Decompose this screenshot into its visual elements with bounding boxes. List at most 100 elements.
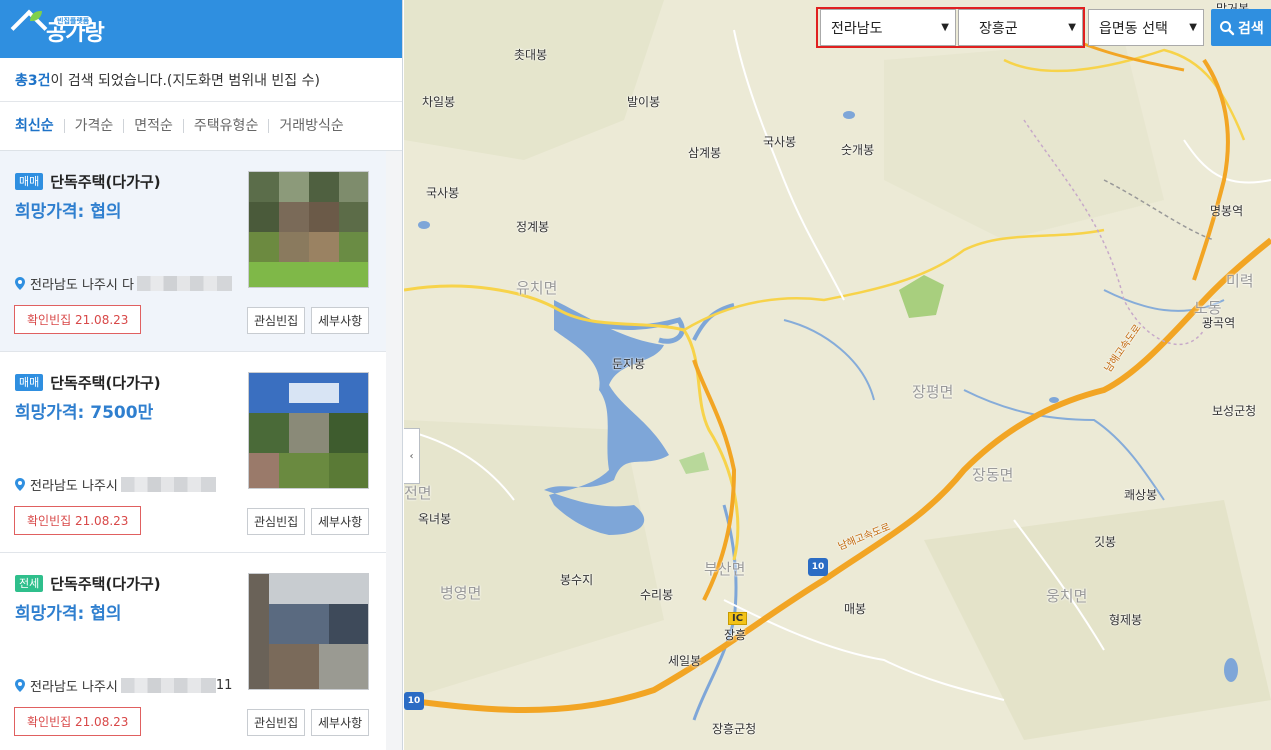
map-label: 옥녀봉 [418,512,452,526]
favorite-button[interactable]: 관심빈집 [247,508,306,535]
details-button[interactable]: 세부사항 [311,307,370,334]
desired-price: 희망가격: 7500만 [15,403,154,423]
map-label: 차일봉 [422,95,456,109]
result-summary-text: 이 검색 되었습니다.(지도화면 범위내 빈집 수) [50,72,320,89]
transaction-badge: 매매 [15,173,44,190]
result-summary: 총 3건 이 검색 되었습니다.(지도화면 범위내 빈집 수) [0,58,402,102]
masked-address [136,276,232,291]
listing-thumbnail[interactable] [248,372,369,489]
result-count-prefix: 총 [15,72,28,89]
county-select-value: 장흥군 [979,20,1018,37]
property-type: 단독주택(다가구) [50,575,161,593]
map-canvas [404,0,1271,750]
location-pin-icon [15,277,25,290]
sort-price[interactable]: 가격순 [63,119,124,133]
confirmed-badge: 확인빈집 21.08.23 [14,707,142,736]
map-label: 부산면 [704,560,746,578]
map-label: 형제봉 [1109,613,1143,627]
transaction-badge: 매매 [15,374,44,391]
sort-bar: 최신순 가격순 면적순 주택유형순 거래방식순 [0,102,402,151]
map-label: 촛대봉 [514,48,548,62]
county-select[interactable]: 장흥군 ▼ [958,9,1083,46]
highway-10-shield-icon: 10 [808,558,828,576]
sort-latest[interactable]: 최신순 [15,119,64,133]
map-label: 장흥군청 [712,722,757,736]
chevron-down-icon: ▼ [1189,22,1197,33]
result-count: 3건 [27,72,51,89]
favorite-button[interactable]: 관심빈집 [247,709,306,736]
sort-house-type[interactable]: 주택유형순 [182,119,268,133]
map-label: 삼계봉 [688,146,722,160]
listing-thumbnail[interactable] [248,171,369,288]
desired-price: 희망가격: 협의 [15,202,122,222]
map-label: 매봉 [844,602,867,616]
map-label: 국사봉 [426,186,460,200]
listing-address: 전라남도 나주시 [30,680,118,695]
map-label: 수리봉 [640,588,674,602]
map-label: 세일봉 [668,654,702,668]
map-label: 노동 [1194,299,1222,317]
ic-marker: IC [728,612,748,625]
listing-address: 전라남도 나주시 다 [30,278,134,293]
map-label: 장평면 [912,383,954,401]
province-select-value: 전라남도 [831,20,883,37]
map-label: 장동면 [972,466,1014,484]
town-select-value: 읍면동 선택 [1099,20,1168,37]
location-pin-icon [15,679,25,692]
confirmed-badge: 확인빈집 21.08.23 [14,305,142,334]
confirmed-badge: 확인빈집 21.08.23 [14,506,142,535]
masked-address [120,477,216,492]
map-label: 웅치면 [1046,587,1088,605]
map-label: 장흥 [724,628,747,642]
chevron-down-icon: ▼ [941,22,949,33]
listing-address: 전라남도 나주시 [30,479,118,494]
listing-card[interactable]: 전세 단독주택(다가구) 희망가격: 협의 전라남도 나주시 11 확인빈집 2… [0,553,386,750]
listing-address-tail: 11 [215,678,233,693]
map-label: 전면 [404,484,432,502]
logo-subtitle: 빈집플랫폼 [54,16,93,26]
collapse-sidebar-button[interactable]: ‹ [404,428,420,484]
sort-transaction-type[interactable]: 거래방식순 [268,119,353,133]
details-button[interactable]: 세부사항 [311,709,370,736]
house-logo-icon [10,9,48,47]
map-label: 깃봉 [1094,535,1117,549]
map-label: 발이봉 [627,95,661,109]
property-type: 단독주택(다가구) [50,173,161,191]
map-label: 둔지봉 [612,357,646,371]
map-label: 병영면 [440,584,482,602]
listing-list: 매매 단독주택(다가구) 희망가격: 협의 전라남도 나주시 다 확인빈집 21… [0,151,386,750]
map-label: 국사봉 [763,135,797,149]
sidebar: 빈집플랫폼 공가랑 총 3건 이 검색 되었습니다.(지도화면 범위내 빈집 수)… [0,0,403,750]
masked-address [120,678,216,693]
map-label: 정계봉 [516,220,550,234]
desired-price: 희망가격: 협의 [15,604,122,624]
search-button[interactable]: 검색 [1211,9,1271,46]
highway-10-shield-icon: 10 [404,692,424,710]
map-label: 명봉역 [1210,204,1244,218]
listing-thumbnail[interactable] [248,573,369,690]
chevron-down-icon: ▼ [1068,22,1076,33]
logo[interactable]: 빈집플랫폼 공가랑 [10,9,105,47]
map-label: 봉수지 [560,573,594,587]
town-select[interactable]: 읍면동 선택 ▼ [1088,9,1204,46]
chevron-left-icon: ‹ [409,450,414,462]
list-scrollbar[interactable] [386,151,402,750]
favorite-button[interactable]: 관심빈집 [247,307,306,334]
search-icon [1220,20,1235,35]
listing-card[interactable]: 매매 단독주택(다가구) 희망가격: 7500만 전라남도 나주시 확인빈집 2… [0,352,386,553]
search-button-label: 검색 [1238,20,1264,37]
listing-card[interactable]: 매매 단독주택(다가구) 희망가격: 협의 전라남도 나주시 다 확인빈집 21… [0,151,386,352]
details-button[interactable]: 세부사항 [311,508,370,535]
map-view[interactable]: 촛대봉 차일봉 발이봉 국사봉 삼계봉 숫개봉 국사봉 정계봉 유치면 둔지봉 … [404,0,1271,750]
property-type: 단독주택(다가구) [50,374,161,392]
transaction-badge: 전세 [15,575,44,592]
province-select[interactable]: 전라남도 ▼ [820,9,956,46]
logo-bar: 빈집플랫폼 공가랑 [0,0,402,58]
map-label: 보성군청 [1212,404,1257,418]
map-label: 쾌상봉 [1124,488,1158,502]
map-label: 미력 [1226,272,1254,290]
sort-area[interactable]: 면적순 [123,119,183,133]
location-pin-icon [15,478,25,491]
map-label: 유치면 [516,279,558,297]
map-label: 숫개봉 [841,143,875,157]
